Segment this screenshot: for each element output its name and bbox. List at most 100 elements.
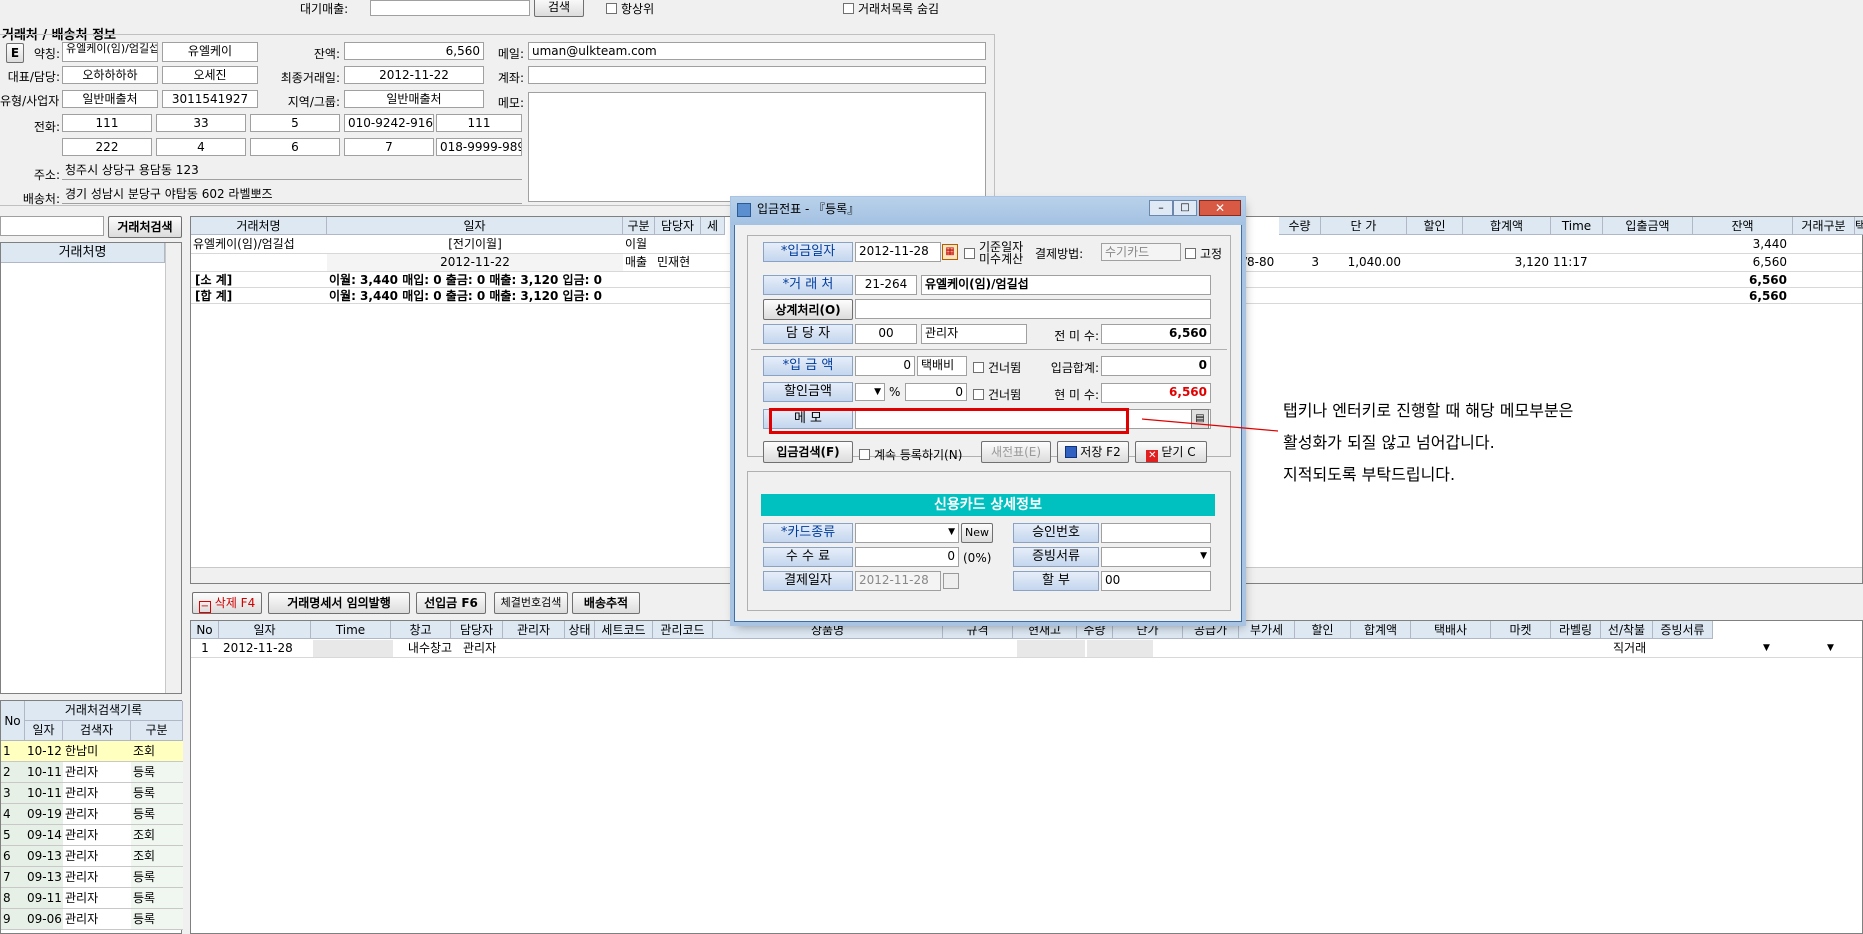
col-qty[interactable]: 수량 xyxy=(1279,217,1321,235)
memo-textarea[interactable] xyxy=(528,92,986,202)
col-courier[interactable]: 택배사 xyxy=(1855,217,1863,235)
history-row[interactable]: 9 09-06 관리자 등록 xyxy=(1,909,183,930)
history-row[interactable]: 3 10-11 관리자 등록 xyxy=(1,783,183,804)
detail-col-1[interactable]: 일자 xyxy=(219,621,311,639)
col-date[interactable]: 일자 xyxy=(327,217,623,235)
history-row[interactable]: 2 10-11 관리자 등록 xyxy=(1,762,183,783)
hide-list-checkbox[interactable]: 거래처목록 숨김 xyxy=(843,0,939,17)
detail-col-6[interactable]: 상태 xyxy=(565,621,595,639)
client-list-scrollbar[interactable] xyxy=(165,243,181,693)
detail-grid[interactable]: 1 2012-11-28 내수창고 관리자 직거래 ▼ ▼ No 일자 Time 창고… xyxy=(190,620,1863,934)
col-tax[interactable]: 세 xyxy=(701,217,725,235)
evidence-select[interactable]: ▼ xyxy=(1101,547,1211,567)
amount-field[interactable]: 0 xyxy=(855,356,915,376)
top-search-button[interactable]: 검색 xyxy=(534,0,584,17)
detail-col-5[interactable]: 관리자 xyxy=(503,621,565,639)
detail-col-8[interactable]: 관리코드 xyxy=(653,621,713,639)
phone1-e[interactable]: 111 xyxy=(436,114,522,132)
basis-date-checkbox[interactable]: 기준일자 미수계산 xyxy=(964,241,1023,265)
detail-col-11[interactable]: 현재고 xyxy=(1013,621,1077,639)
history-row[interactable]: 7 09-13 관리자 등록 xyxy=(1,867,183,888)
history-row[interactable]: 8 09-11 관리자 등록 xyxy=(1,888,183,909)
prepay-button[interactable]: 선입금 F6 xyxy=(416,592,486,614)
edit-e-button[interactable]: E xyxy=(6,43,24,63)
dropdown-arrow-icon[interactable]: ▼ xyxy=(1761,640,1775,657)
approval-search-button[interactable]: 체결번호검색 xyxy=(494,592,568,614)
client-code-field[interactable]: 21-264 xyxy=(855,275,917,295)
new-slip-button[interactable]: 새전표(E) xyxy=(981,441,1051,463)
pay-method-select[interactable]: 수기카드 xyxy=(1101,243,1181,261)
minimize-icon[interactable]: – xyxy=(1149,200,1173,216)
phone2-a[interactable]: 222 xyxy=(62,138,152,156)
detail-col-21[interactable]: 선/착불 xyxy=(1601,621,1653,639)
col-trade-type[interactable]: 거래구분 xyxy=(1793,217,1855,235)
col-time[interactable]: Time xyxy=(1551,217,1603,235)
phone1-c[interactable]: 5 xyxy=(250,114,340,132)
discount-select[interactable]: ▼ xyxy=(855,383,885,401)
delivery-track-button[interactable]: 배송추적 xyxy=(572,592,640,614)
detail-col-17[interactable]: 합계액 xyxy=(1351,621,1411,639)
maximize-icon[interactable]: □ xyxy=(1173,200,1197,216)
fee-field[interactable]: 0 xyxy=(855,547,959,567)
ship-field[interactable]: 경기 성남시 분당구 야탑동 602 라벨뽀즈 xyxy=(62,186,522,204)
detail-col-2[interactable]: Time xyxy=(311,621,391,639)
col-inout[interactable]: 입출금액 xyxy=(1603,217,1693,235)
detail-col-14[interactable]: 공급가 xyxy=(1183,621,1239,639)
col-balance[interactable]: 잔액 xyxy=(1693,217,1793,235)
discount-field[interactable]: 0 xyxy=(905,383,967,401)
detail-col-22[interactable]: 증빙서류 xyxy=(1653,621,1713,639)
type1-field[interactable]: 일반매출처 xyxy=(62,90,158,108)
detail-col-9[interactable]: 상품명 xyxy=(713,621,943,639)
detail-col-18[interactable]: 택배사 xyxy=(1411,621,1491,639)
phone1-a[interactable]: 111 xyxy=(62,114,152,132)
col-price[interactable]: 단 가 xyxy=(1321,217,1407,235)
approve-field[interactable] xyxy=(1101,523,1211,543)
abbr-field[interactable]: 유엘케이(임)/엄길섭 xyxy=(62,42,158,62)
daegi-input[interactable] xyxy=(370,0,530,16)
history-row[interactable]: 1 10-12 한남미 조회 xyxy=(1,741,183,762)
phone1-b[interactable]: 33 xyxy=(156,114,246,132)
client-search-input[interactable] xyxy=(0,216,104,236)
offset-button[interactable]: 상계처리(O) xyxy=(763,299,853,320)
continue-checkbox[interactable]: 계속 등록하기(N) xyxy=(859,446,962,463)
detail-col-3[interactable]: 창고 xyxy=(391,621,451,639)
detail-col-0[interactable]: No xyxy=(191,621,219,639)
calendar-icon[interactable]: ▦ xyxy=(942,244,958,260)
client-search-button[interactable]: 거래처검색 xyxy=(108,216,182,238)
calendar-icon[interactable] xyxy=(943,573,959,589)
issue-statement-button[interactable]: 거래명세서 임의발행 xyxy=(268,592,410,614)
delete-button[interactable]: − 삭제 F4 xyxy=(192,592,262,614)
fixed-checkbox[interactable]: 고정 xyxy=(1185,245,1222,262)
rep1-field[interactable]: 오하하하하 xyxy=(62,66,158,84)
account-field[interactable] xyxy=(528,66,986,84)
detail-col-19[interactable]: 마켓 xyxy=(1491,621,1551,639)
email-field[interactable]: uman@ulkteam.com xyxy=(528,42,986,60)
col-type[interactable]: 구분 xyxy=(623,217,655,235)
detail-col-20[interactable]: 라벨링 xyxy=(1551,621,1601,639)
deposit-search-button[interactable]: 입금검색(F) xyxy=(763,441,853,463)
phone2-b[interactable]: 4 xyxy=(156,138,246,156)
addr-field[interactable]: 청주시 상당구 용담동 123 xyxy=(62,162,522,180)
col-rep[interactable]: 담당자 xyxy=(655,217,701,235)
rep-code-field[interactable]: 00 xyxy=(855,324,917,344)
detail-col-12[interactable]: 수량 xyxy=(1077,621,1113,639)
history-row[interactable]: 6 09-13 관리자 조회 xyxy=(1,846,183,867)
client-name-field[interactable]: 유엘케이(임)/엄길섭 xyxy=(921,275,1211,295)
history-row[interactable]: 5 09-14 관리자 조회 xyxy=(1,825,183,846)
courier-field[interactable]: 택배비 xyxy=(917,356,967,376)
installment-select[interactable]: 00 xyxy=(1101,571,1211,591)
close-icon[interactable]: ✕ xyxy=(1199,200,1241,216)
phone2-c[interactable]: 6 xyxy=(250,138,340,156)
col-sum[interactable]: 합계액 xyxy=(1463,217,1551,235)
deposit-date-field[interactable]: 2012-11-28 xyxy=(855,242,941,262)
abbr2-field[interactable]: 유엘케이 xyxy=(162,42,258,62)
detail-col-15[interactable]: 부가세 xyxy=(1239,621,1295,639)
pay-date-field[interactable]: 2012-11-28 xyxy=(855,571,941,591)
region-field[interactable]: 일반매출처 xyxy=(344,90,484,108)
col-discount[interactable]: 할인 xyxy=(1407,217,1463,235)
always-top-checkbox[interactable]: 항상위 xyxy=(606,0,654,17)
skip2-checkbox[interactable]: 건너뜀 xyxy=(973,386,1021,403)
detail-col-16[interactable]: 할인 xyxy=(1295,621,1351,639)
card-new-button[interactable]: New xyxy=(961,523,993,543)
skip-checkbox[interactable]: 건너뜀 xyxy=(973,359,1021,376)
